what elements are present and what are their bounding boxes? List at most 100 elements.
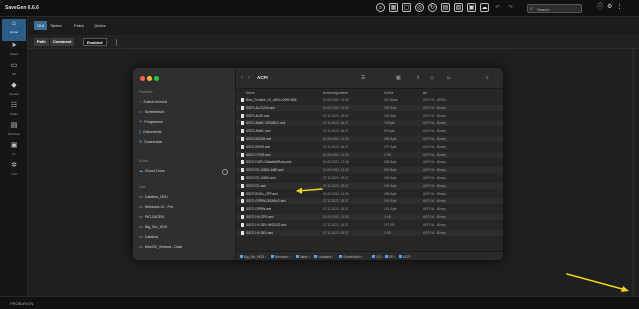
file-row[interactable]: SSDT-DGPU-Disable6Ruby.aml 01.09.2022, 17… xyxy=(236,159,503,165)
path-segment[interactable]: Laufwerk › xyxy=(314,255,333,259)
close-icon[interactable] xyxy=(140,76,145,81)
file-date: 01.09.2022, 17:18 xyxy=(323,160,349,165)
sidebar-item-label: Catalina_HDD xyxy=(144,194,168,199)
menu-bar: GUI Tables Patch Quirks xyxy=(28,17,639,35)
sidebar-item-downloads[interactable]: ⊕ Downloads xyxy=(139,139,162,144)
status-bar: PROBATION xyxy=(0,296,639,309)
tab-tables[interactable]: Tables xyxy=(50,23,62,28)
path-segment[interactable]: Valdo › xyxy=(295,255,310,259)
forward-icon[interactable]: › xyxy=(248,75,250,81)
file-row[interactable]: SSDT-EHCx_OFF.aml 01.09.2022, 14:30 159 By… xyxy=(236,191,503,197)
group-icon[interactable]: ▦ xyxy=(396,75,401,81)
sidebar-item-location[interactable]: ▭ Catalina xyxy=(139,234,158,239)
column-name[interactable]: Name xyxy=(246,91,255,95)
tab-quirks[interactable]: Quirks xyxy=(94,23,106,28)
path-segment[interactable]: Benutzer › xyxy=(271,255,290,259)
path-button[interactable]: Path xyxy=(34,38,49,46)
path-segment[interactable]: Schreibtisch › xyxy=(339,255,363,259)
file-kind: ACPI M…Binary xyxy=(423,207,447,212)
file-row[interactable]: SSDT-AWAC.aml 07.11.2022, 18:37 99 Byte ACP… xyxy=(236,128,503,134)
file-row[interactable]: SSDT-EC-USBX.aml 07.11.2022, 18:37 334 Byt… xyxy=(236,175,503,181)
file-row[interactable]: SSDT-HV-DEV.aml 07.11.2022, 18:37 2 KB ACPI… xyxy=(236,229,503,236)
column-size[interactable]: Größe xyxy=(384,91,393,95)
applications-icon: ✦ xyxy=(139,119,143,124)
rail-item-ic[interactable]: ▣ IC xyxy=(2,141,26,163)
zoom-icon[interactable] xyxy=(154,76,159,81)
column-kind[interactable]: Art xyxy=(423,91,427,95)
path-segment[interactable]: Big_Sur_HDD › xyxy=(240,255,266,259)
drive-icon: ▭ xyxy=(139,214,143,219)
vertical-scrollbar[interactable] xyxy=(632,49,635,296)
file-row[interactable]: SSDT-EC-USBX-AMD.aml 01.09.2022, 14:30 523… xyxy=(236,167,503,174)
sidebar-item-location[interactable]: ▭ Catalina_HDD xyxy=(139,194,168,199)
sidebar-item-location[interactable]: ▭ PAT-DATEN xyxy=(139,214,164,219)
more-icon[interactable]: ⋮ xyxy=(616,3,622,12)
sidebar-item-location[interactable]: ▭ MacOS_Ventura - Data xyxy=(139,244,182,249)
path-segment[interactable]: EFI › xyxy=(384,255,396,259)
gear-icon[interactable]: ⚙ xyxy=(607,3,612,12)
refresh-icon[interactable]: ↻ xyxy=(428,3,437,12)
path-segment-label: Big_Sur_HDD xyxy=(244,255,265,259)
sidebar-item-location[interactable]: ▭ Windows 10 - Pro xyxy=(139,204,173,209)
rail-item-saves[interactable]: ➤ Saves xyxy=(2,41,26,63)
file-kind: ACPI M…ARE6 xyxy=(423,98,446,102)
action-icon[interactable]: ☺ xyxy=(446,75,451,81)
comment-button[interactable]: Comment xyxy=(50,38,75,46)
tab-gui[interactable]: GUI xyxy=(34,21,48,30)
file-date: 07.11.2022, 18:37 xyxy=(323,183,349,188)
sidebar-item-recents[interactable]: ◔ Zuletzt benutzt xyxy=(139,99,167,104)
file-row[interactable]: SSDT-HV-DEV-WS2022.aml 07.11.2022, 18:37 1… xyxy=(236,222,503,228)
square-icon[interactable]: ▢ xyxy=(402,3,411,12)
grid-icon[interactable]: ▦ xyxy=(389,3,398,12)
cloud-icon[interactable]: ☁ xyxy=(480,3,489,12)
search-input[interactable]: ⌕ Search xyxy=(527,4,582,13)
rail-item-cheats[interactable]: ◆ Cheats xyxy=(2,81,26,103)
folder-icon[interactable]: ▤ xyxy=(441,3,450,12)
search-icon[interactable]: ⌕ xyxy=(486,75,489,81)
share-icon[interactable]: ⇪ xyxy=(416,75,420,81)
minimize-icon[interactable] xyxy=(147,76,152,81)
file-size: 398 Byte xyxy=(384,137,397,141)
sidebar-item-icloud-drive[interactable]: ☁ iCloud Drive xyxy=(139,168,165,173)
file-row[interactable]: SSDT-ALC1200.aml 01.09.2022, 14:30 203 Byt… xyxy=(236,104,503,111)
folder-icon xyxy=(240,255,243,258)
redo-icon[interactable]: ↷ xyxy=(506,3,515,12)
back-icon[interactable]: ‹ xyxy=(241,75,243,81)
image-icon[interactable]: ▧ xyxy=(454,3,463,12)
view-list-icon[interactable]: ☰ xyxy=(361,75,365,81)
path-segment[interactable]: ACPI xyxy=(398,255,410,259)
save-icon[interactable]: ▣ xyxy=(467,3,476,12)
file-row[interactable]: SSDT-ALS0.aml 07.11.2022, 18:37 118 Byte AC… xyxy=(236,113,503,119)
rail-item-mods[interactable]: ☷ Mods xyxy=(2,101,26,123)
file-row[interactable]: SSDT-EC.aml 07.11.2022, 18:37 145 Byte ACPI… xyxy=(236,182,503,189)
enabled-button[interactable]: Enabled xyxy=(83,38,107,46)
rail-item-home[interactable]: ⌂ Home xyxy=(2,19,26,41)
column-date[interactable]: Änderungsdatum xyxy=(323,91,348,95)
globe-icon[interactable]: ◎ xyxy=(415,3,424,12)
sidebar-item-location[interactable]: ▭ Big_Sur_HDD xyxy=(139,224,167,229)
sidebar-item-applications[interactable]: ✦ Programme xyxy=(139,119,163,124)
rail-item-sp[interactable]: ▭ SP xyxy=(2,61,26,83)
file-row[interactable]: SSDT-GPRW-DISABLE.aml 07.11.2022, 18:37 10… xyxy=(236,198,503,205)
file-row[interactable]: Bios_Cominis_V1_v650-L0090-B06 01.09.2022… xyxy=(236,97,503,103)
rail-item-lan[interactable]: ✲ LAN xyxy=(2,161,26,183)
info-icon[interactable]: ⓘ xyxy=(597,3,603,12)
undo-icon[interactable]: ↶ xyxy=(493,3,502,12)
file-row[interactable]: SSDT-AWAC-DISABLE.aml 07.11.2022, 18:37 78… xyxy=(236,120,503,127)
path-segment[interactable]: OC › xyxy=(372,255,383,259)
file-row[interactable]: SSDT-BOOM.aml 01.09.2022, 14:30 398 Byte AC… xyxy=(236,136,503,142)
sidebar-item-desktop[interactable]: ▭ Schreibtisch xyxy=(139,109,164,114)
file-date: 07.11.2022, 18:37 xyxy=(323,176,349,180)
file-row[interactable]: SSDT-BRG0.aml 07.11.2022, 18:37 127 Byte AC… xyxy=(236,144,503,150)
tab-patch[interactable]: Patch xyxy=(74,23,84,28)
file-row[interactable]: SSDT-CPUR.aml 01.09.2022, 14:30 2 KB ACPI M… xyxy=(236,151,503,158)
rail-item-windows[interactable]: ▤ Windows xyxy=(2,121,26,143)
sidebar-item-documents[interactable]: ▯ Dokumente xyxy=(139,129,162,134)
tag-icon[interactable]: ◇ xyxy=(430,75,434,81)
app-title: SaveGen 6.6.6 xyxy=(5,5,39,11)
file-size: 145 Byte xyxy=(384,183,397,188)
file-row[interactable]: SSDT-GPRW.aml 07.11.2022, 18:37 151 Byte AC… xyxy=(236,206,503,212)
file-row[interactable]: SSDT-HV-CPU.aml 01.09.2022, 14:30 2 KB ACPI… xyxy=(236,214,503,220)
search-icon[interactable]: ⌕ xyxy=(376,3,385,12)
drive-icon: ▭ xyxy=(139,204,143,209)
